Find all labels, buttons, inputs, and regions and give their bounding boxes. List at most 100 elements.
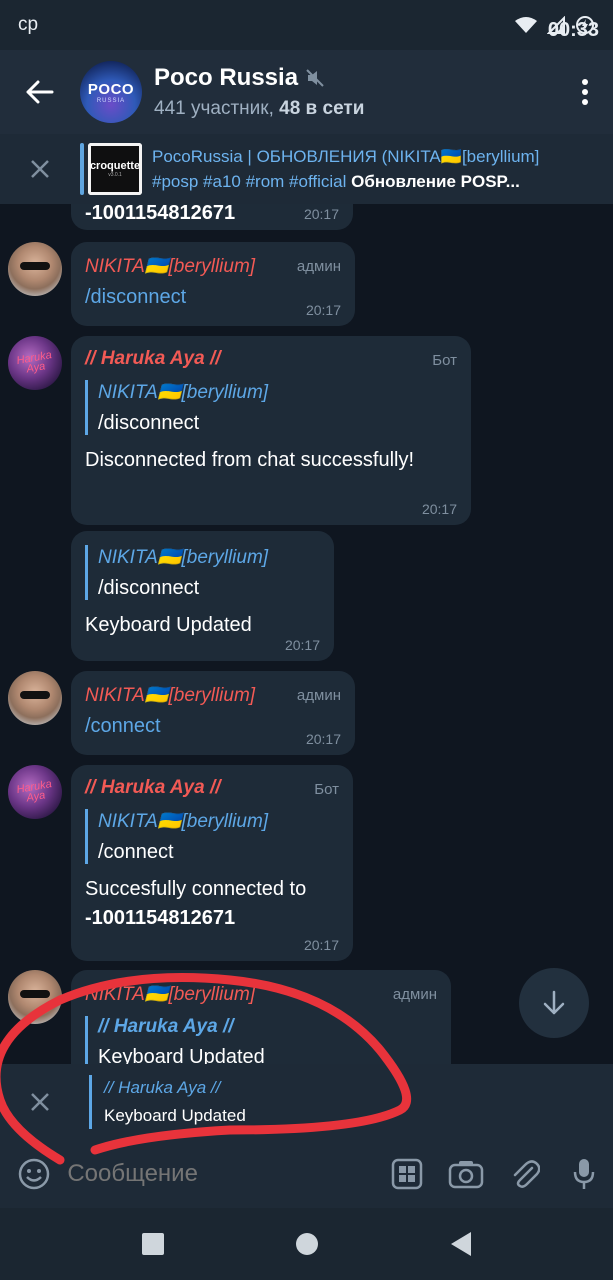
bot-keyboard-button[interactable]: [377, 1158, 436, 1190]
arrow-left-icon: [26, 80, 54, 104]
command-link[interactable]: /disconnect: [85, 286, 341, 309]
recents-button[interactable]: [141, 1232, 165, 1256]
scroll-down-button[interactable]: [519, 968, 589, 1038]
sender-role: админ: [392, 986, 437, 1003]
quote-text: /disconnect: [98, 412, 200, 434]
message-bubble[interactable]: NIKITA🇺🇦[beryllium] админ /connect 20:17: [71, 671, 355, 755]
reply-panel[interactable]: // Haruka Aya // Keyboard Updated: [0, 1064, 613, 1140]
close-icon: [31, 1093, 49, 1111]
quote-sender: NIKITA🇺🇦[beryllium]: [98, 382, 269, 403]
message-input[interactable]: [67, 1160, 378, 1188]
sender-role: админ: [296, 687, 341, 704]
sender-name[interactable]: // Haruka Aya //: [85, 348, 457, 370]
message-time: 20:17: [303, 206, 339, 222]
group-avatar-sublabel: RUSSIA: [96, 97, 126, 104]
quote-text: Keyboard Updated: [98, 1046, 265, 1064]
command-link[interactable]: /connect: [85, 715, 341, 738]
message-time: 20:17: [284, 637, 320, 653]
chat-id-text: -1001154812671: [85, 907, 236, 929]
more-vertical-icon: [582, 79, 588, 105]
pinned-tags: #posp #a10 #rom #official: [152, 171, 347, 191]
wifi-icon: [515, 17, 537, 33]
emoji-icon: [18, 1158, 49, 1190]
back-button[interactable]: [0, 50, 80, 134]
avatar-label: Haruka Aya: [15, 349, 53, 376]
camera-icon: [448, 1161, 483, 1189]
avatar[interactable]: [8, 671, 62, 725]
chat-title-block[interactable]: Poco Russia 441 участник, 48 в сети: [154, 64, 557, 120]
sender-role: админ: [296, 258, 341, 275]
reply-sender: // Haruka Aya //: [104, 1078, 221, 1097]
sender-role: Бот: [432, 352, 457, 369]
pinned-message[interactable]: croquette v3.0.1 PocoRussia | ОБНОВЛЕНИЯ…: [0, 134, 613, 204]
reply-cancel-button[interactable]: [0, 1092, 80, 1112]
reply-text: Keyboard Updated: [104, 1106, 246, 1125]
thumb-name: croquette: [89, 160, 141, 172]
pinned-title: PocoRussia | ОБНОВЛЕНИЯ (NIKITA🇺🇦[beryll…: [152, 146, 540, 166]
pinned-preview-text: Обновление POSP...: [351, 171, 520, 191]
chat-title-text: Poco Russia: [154, 64, 299, 91]
avatar[interactable]: [8, 970, 62, 1024]
voice-button[interactable]: [554, 1157, 613, 1191]
message-bubble[interactable]: NIKITA🇺🇦[beryllium] /disconnect Keyboard…: [71, 531, 334, 661]
sender-name[interactable]: // Haruka Aya //: [85, 777, 339, 799]
emoji-button[interactable]: [0, 1158, 67, 1190]
status-time: 00:33: [547, 19, 599, 41]
pinned-close-button[interactable]: [0, 159, 80, 179]
reply-quote[interactable]: NIKITA🇺🇦[beryllium] /disconnect: [85, 545, 320, 600]
message-text: -1001154812671: [85, 204, 236, 224]
quote-text: /connect: [98, 841, 174, 863]
reply-quote[interactable]: // Haruka Aya // Keyboard Updated: [85, 1016, 437, 1064]
quote-sender: NIKITA🇺🇦[beryllium]: [98, 811, 269, 832]
avatar-label: Haruka Aya: [15, 778, 53, 805]
message-bubble[interactable]: // Haruka Aya // Бот NIKITA🇺🇦[beryllium]…: [71, 336, 471, 525]
message-bubble[interactable]: NIKITA🇺🇦[beryllium] админ /disconnect 20…: [71, 242, 355, 326]
home-button[interactable]: [295, 1232, 319, 1256]
chat-title: Poco Russia: [154, 64, 557, 92]
chat-header: POCO RUSSIA Poco Russia 441 участник, 48…: [0, 50, 613, 134]
composer-bar: [0, 1140, 613, 1208]
message-bubble[interactable]: NIKITA🇺🇦[beryllium] админ // Haruka Aya …: [71, 970, 451, 1064]
reply-quote[interactable]: NIKITA🇺🇦[beryllium] /disconnect: [85, 380, 457, 435]
thumb-version: v3.0.1: [108, 172, 122, 178]
avatar[interactable]: Haruka Aya: [8, 765, 62, 819]
group-avatar[interactable]: POCO RUSSIA: [80, 61, 142, 123]
reply-preview: // Haruka Aya // Keyboard Updated: [104, 1078, 246, 1126]
message-time: 20:17: [305, 302, 341, 318]
avatar[interactable]: [8, 242, 62, 296]
group-avatar-label: POCO: [87, 80, 135, 98]
close-icon: [31, 160, 49, 178]
pinned-text: PocoRussia | ОБНОВЛЕНИЯ (NIKITA🇺🇦[beryll…: [152, 147, 613, 192]
camera-button[interactable]: [436, 1159, 495, 1189]
status-bar: ср 00:33: [0, 0, 613, 50]
back-nav-button[interactable]: [449, 1231, 473, 1257]
pinned-accent-bar: [80, 143, 84, 195]
arrow-down-icon: [543, 990, 565, 1015]
pinned-preview: #posp #a10 #rom #official Обновление POS…: [152, 172, 582, 192]
status-day: ср: [18, 14, 39, 35]
message-text: Disconnected from chat successfully!: [85, 449, 415, 471]
more-menu-button[interactable]: [557, 50, 613, 134]
avatar[interactable]: Haruka Aya: [8, 336, 62, 390]
online-count: 48 в сети: [279, 98, 365, 119]
system-nav-bar: [0, 1208, 613, 1280]
pinned-thumbnail: croquette v3.0.1: [88, 143, 142, 195]
quote-sender: NIKITA🇺🇦[beryllium]: [98, 547, 269, 568]
message-text: Keyboard Updated: [85, 614, 252, 636]
message-list[interactable]: -1001154812671 20:17 NIKITA🇺🇦[beryllium]…: [0, 204, 613, 1064]
grid-keyboard-icon: [391, 1158, 423, 1190]
microphone-icon: [573, 1159, 594, 1189]
attach-button[interactable]: [495, 1158, 554, 1190]
message-bubble[interactable]: // Haruka Aya // Бот NIKITA🇺🇦[beryllium]…: [71, 765, 353, 961]
message-bubble[interactable]: -1001154812671 20:17: [71, 204, 353, 230]
quote-sender: // Haruka Aya //: [98, 1016, 234, 1037]
message-time: 20:17: [305, 731, 341, 747]
muted-icon: [306, 69, 324, 87]
sender-role: Бот: [314, 781, 339, 798]
reply-quote[interactable]: NIKITA🇺🇦[beryllium] /connect: [85, 809, 339, 864]
member-count: 441 участник,: [154, 98, 274, 119]
sender-name[interactable]: NIKITA🇺🇦[beryllium]: [85, 982, 437, 1006]
message-time: 20:17: [303, 937, 339, 953]
reply-accent-bar: [89, 1075, 92, 1129]
message-text: Succesfully connected to: [85, 878, 307, 900]
